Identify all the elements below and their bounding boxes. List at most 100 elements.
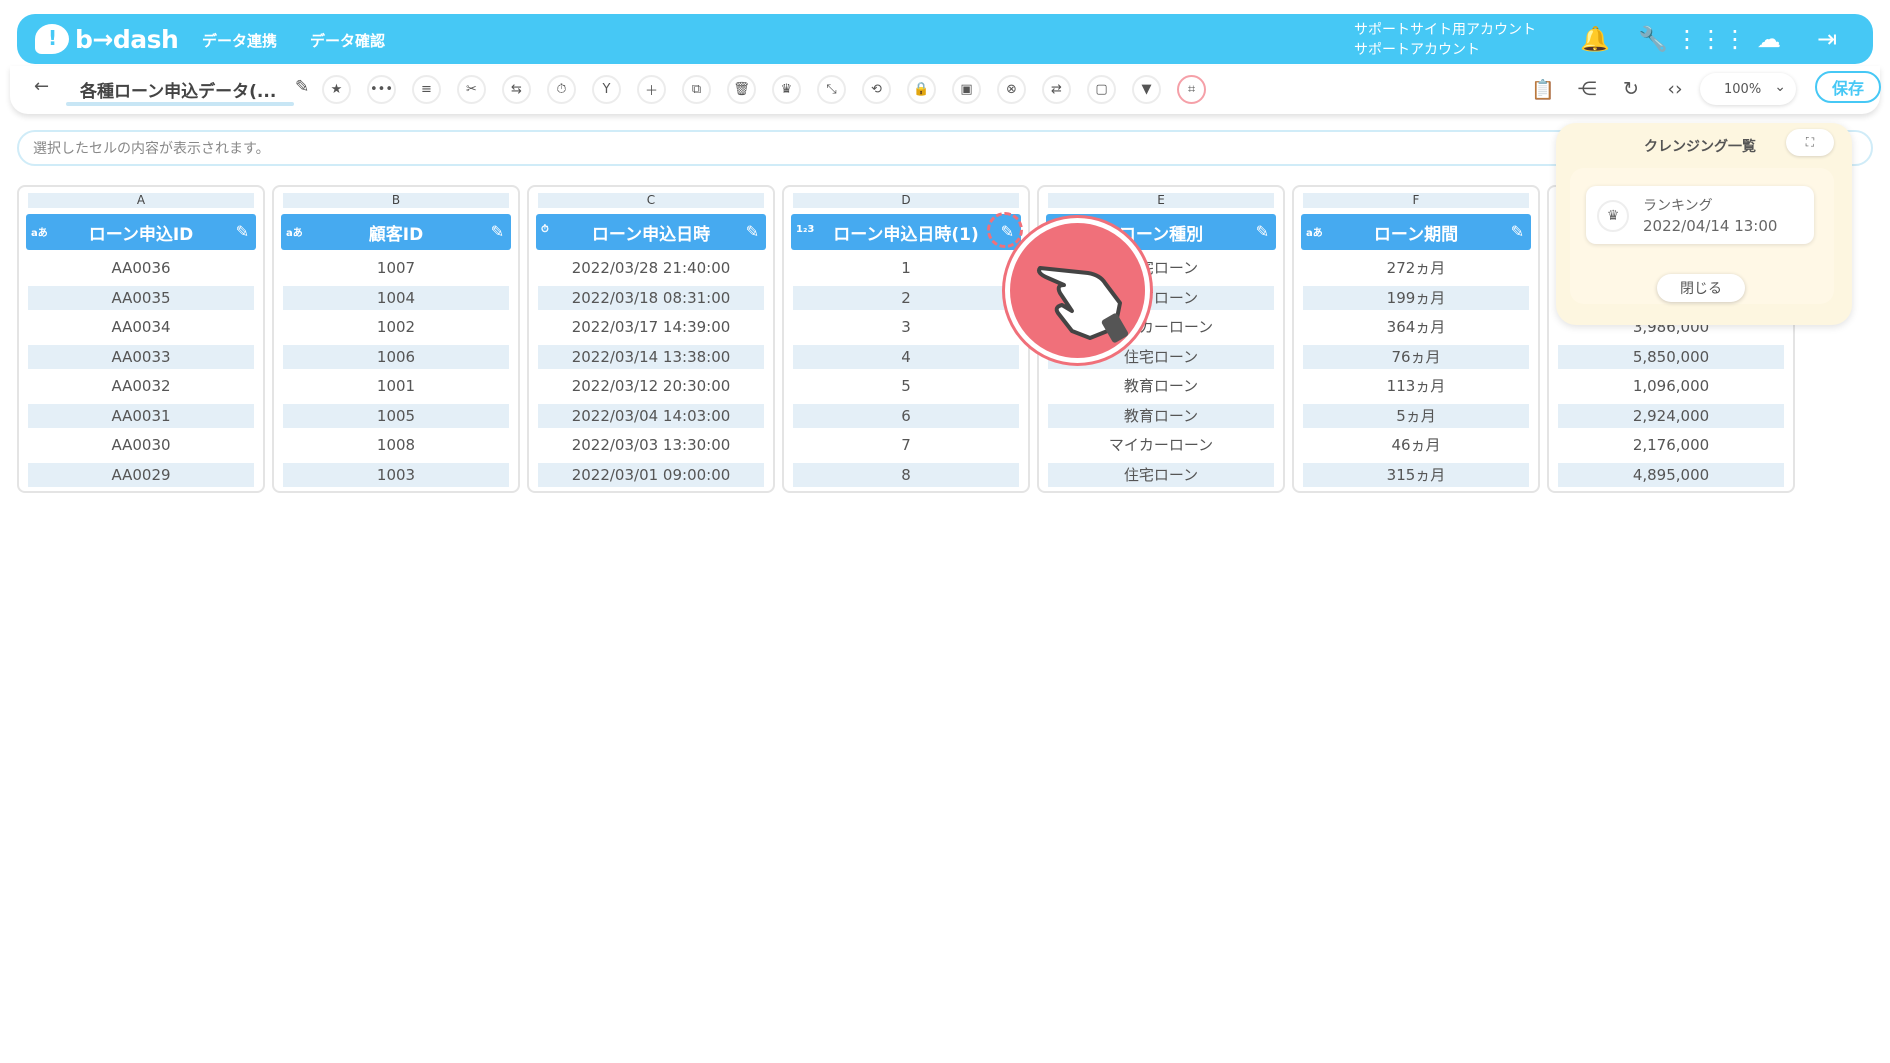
grid-cell[interactable]: 1001 [283,372,509,402]
grid-cell[interactable]: 364ヵ月 [1303,313,1529,343]
grid-cell[interactable]: 5ヵ月 [1303,404,1529,428]
box-icon[interactable]: ▣ [952,75,981,104]
split-icon[interactable]: ✂ [457,75,486,104]
grid-cell[interactable]: 4 [793,345,1019,369]
back-arrow-icon[interactable]: ← [34,76,58,100]
grid-cell[interactable]: AA0030 [28,431,254,461]
column-header[interactable]: aあ 顧客ID ✎ [281,214,511,250]
clipboard-icon[interactable]: 📋 [1530,75,1556,103]
crown-icon[interactable]: ♛ [772,75,801,104]
plus-icon[interactable]: ＋ [637,75,666,104]
grid-cell[interactable]: 教育ローン [1048,404,1274,428]
grid-cell[interactable]: AA0032 [28,372,254,402]
refresh-icon[interactable]: ↻ [1618,75,1644,103]
star-icon[interactable]: ★ [322,75,351,104]
filter-icon[interactable]: ▼ [1132,75,1161,104]
grid-cell[interactable]: 46ヵ月 [1303,431,1529,461]
column-header[interactable]: aあ ローン期間 ✎ [1301,214,1531,250]
ranking-card[interactable]: ♛ ランキング 2022/04/14 13:00 [1586,186,1814,244]
grid-cell[interactable]: 5 [793,372,1019,402]
column-letter[interactable]: D [793,193,1019,208]
grid-cell[interactable]: 199ヵ月 [1303,286,1529,310]
grid-cell[interactable]: 2022/03/04 14:03:00 [538,404,764,428]
save-button[interactable]: 保存 [1815,71,1881,103]
grid-cell[interactable]: 1007 [283,254,509,284]
bdash-logo[interactable]: b→dash [35,22,179,56]
nav-data-link[interactable]: データ連携 [202,30,277,51]
close-button[interactable]: 閉じる [1657,274,1745,302]
edit-column-icon[interactable]: ✎ [746,222,759,241]
wrench-icon[interactable]: 🔧 [1637,23,1669,55]
convert-icon[interactable]: ⇄ [1042,75,1071,104]
grid-cell[interactable]: 1006 [283,345,509,369]
copy-icon[interactable]: ⧉ [682,75,711,104]
grid-cell[interactable]: AA0033 [28,345,254,369]
grid-cell[interactable]: 272ヵ月 [1303,254,1529,284]
grid-cell[interactable]: 1,096,000 [1558,372,1784,402]
grid-active-icon[interactable]: ⌗ [1177,75,1206,104]
expand-icon[interactable]: ⛶ [1786,129,1834,156]
grid-cell[interactable]: 2022/03/03 13:30:00 [538,431,764,461]
grid-cell[interactable]: 1005 [283,404,509,428]
column-header[interactable]: ⏱ ローン申込日時 ✎ [536,214,766,250]
grid-cell[interactable]: 1008 [283,431,509,461]
data-title[interactable]: 各種ローン申込データ(... [80,77,276,102]
grid-cell[interactable]: AA0031 [28,404,254,428]
repeat-icon[interactable]: ⟲ [862,75,891,104]
grid-cell[interactable]: 2022/03/01 09:00:00 [538,463,764,487]
grid-cell[interactable]: 1002 [283,313,509,343]
grid-cell[interactable]: 1 [793,254,1019,284]
share-icon[interactable]: ⋲ [1574,75,1600,103]
chat-bot-icon[interactable]: ☁ [1753,23,1785,55]
edit-column-icon[interactable]: ✎ [1256,222,1269,241]
column-letter[interactable]: B [283,193,509,208]
grid-cell[interactable]: 3 [793,313,1019,343]
grid-cell[interactable]: 4,895,000 [1558,463,1784,487]
grid-cell[interactable]: 2,924,000 [1558,404,1784,428]
column-letter[interactable]: C [538,193,764,208]
column-letter[interactable]: F [1303,193,1529,208]
column-header[interactable]: aあ ローン申込ID ✎ [26,214,256,250]
grid-cell[interactable]: 7 [793,431,1019,461]
grid-cell[interactable]: AA0034 [28,313,254,343]
column-letter[interactable]: E [1048,193,1274,208]
grid-cell[interactable]: 住宅ローン [1048,463,1274,487]
grid-cell[interactable]: 76ヵ月 [1303,345,1529,369]
grid-cell[interactable]: 315ヵ月 [1303,463,1529,487]
grid-cell[interactable]: 2022/03/12 20:30:00 [538,372,764,402]
edit-column-icon[interactable]: ✎ [1511,222,1524,241]
grid-cell[interactable]: 2022/03/28 21:40:00 [538,254,764,284]
grid-cell[interactable]: AA0036 [28,254,254,284]
grid-cell[interactable]: 2022/03/14 13:38:00 [538,345,764,369]
grid-cell[interactable]: AA0029 [28,463,254,487]
timer-icon[interactable]: ⏱ [547,75,576,104]
trash-icon[interactable]: 🗑 [727,75,756,104]
zoom-select[interactable]: 100% ⌄ [1700,73,1796,105]
grid-cell[interactable]: 113ヵ月 [1303,372,1529,402]
square-icon[interactable]: ▢ [1087,75,1116,104]
grid-cell[interactable]: AA0035 [28,286,254,310]
grid-cell[interactable]: 1003 [283,463,509,487]
grid-cell[interactable]: 教育ローン [1048,372,1274,402]
apps-grid-icon[interactable]: ⋮⋮⋮ [1675,23,1747,55]
bell-icon[interactable]: 🔔 [1579,23,1611,55]
edit-column-icon[interactable]: ✎ [491,222,504,241]
grid-cell[interactable]: 2,176,000 [1558,431,1784,461]
cancel-circle-icon[interactable]: ⊗ [997,75,1026,104]
grid-cell[interactable]: 2 [793,286,1019,310]
grid-cell[interactable]: 2022/03/17 14:39:00 [538,313,764,343]
grid-cell[interactable]: 1004 [283,286,509,310]
more-icon[interactable]: ••• [367,75,396,104]
edit-column-icon[interactable]: ✎ [236,222,249,241]
grid-cell[interactable]: 6 [793,404,1019,428]
text-icon[interactable]: ≡ [412,75,441,104]
edit-title-icon[interactable]: ✎ [295,77,309,97]
code-icon[interactable]: ‹› [1662,75,1688,103]
collapse-icon[interactable]: ⤡ [817,75,846,104]
grid-cell[interactable]: マイカーローン [1048,431,1274,461]
merge-icon[interactable]: ⇆ [502,75,531,104]
grid-cell[interactable]: 2022/03/18 08:31:00 [538,286,764,310]
lock-icon[interactable]: 🔒 [907,75,936,104]
nav-data-check[interactable]: データ確認 [310,30,385,51]
logout-icon[interactable]: ⇥ [1811,23,1843,55]
